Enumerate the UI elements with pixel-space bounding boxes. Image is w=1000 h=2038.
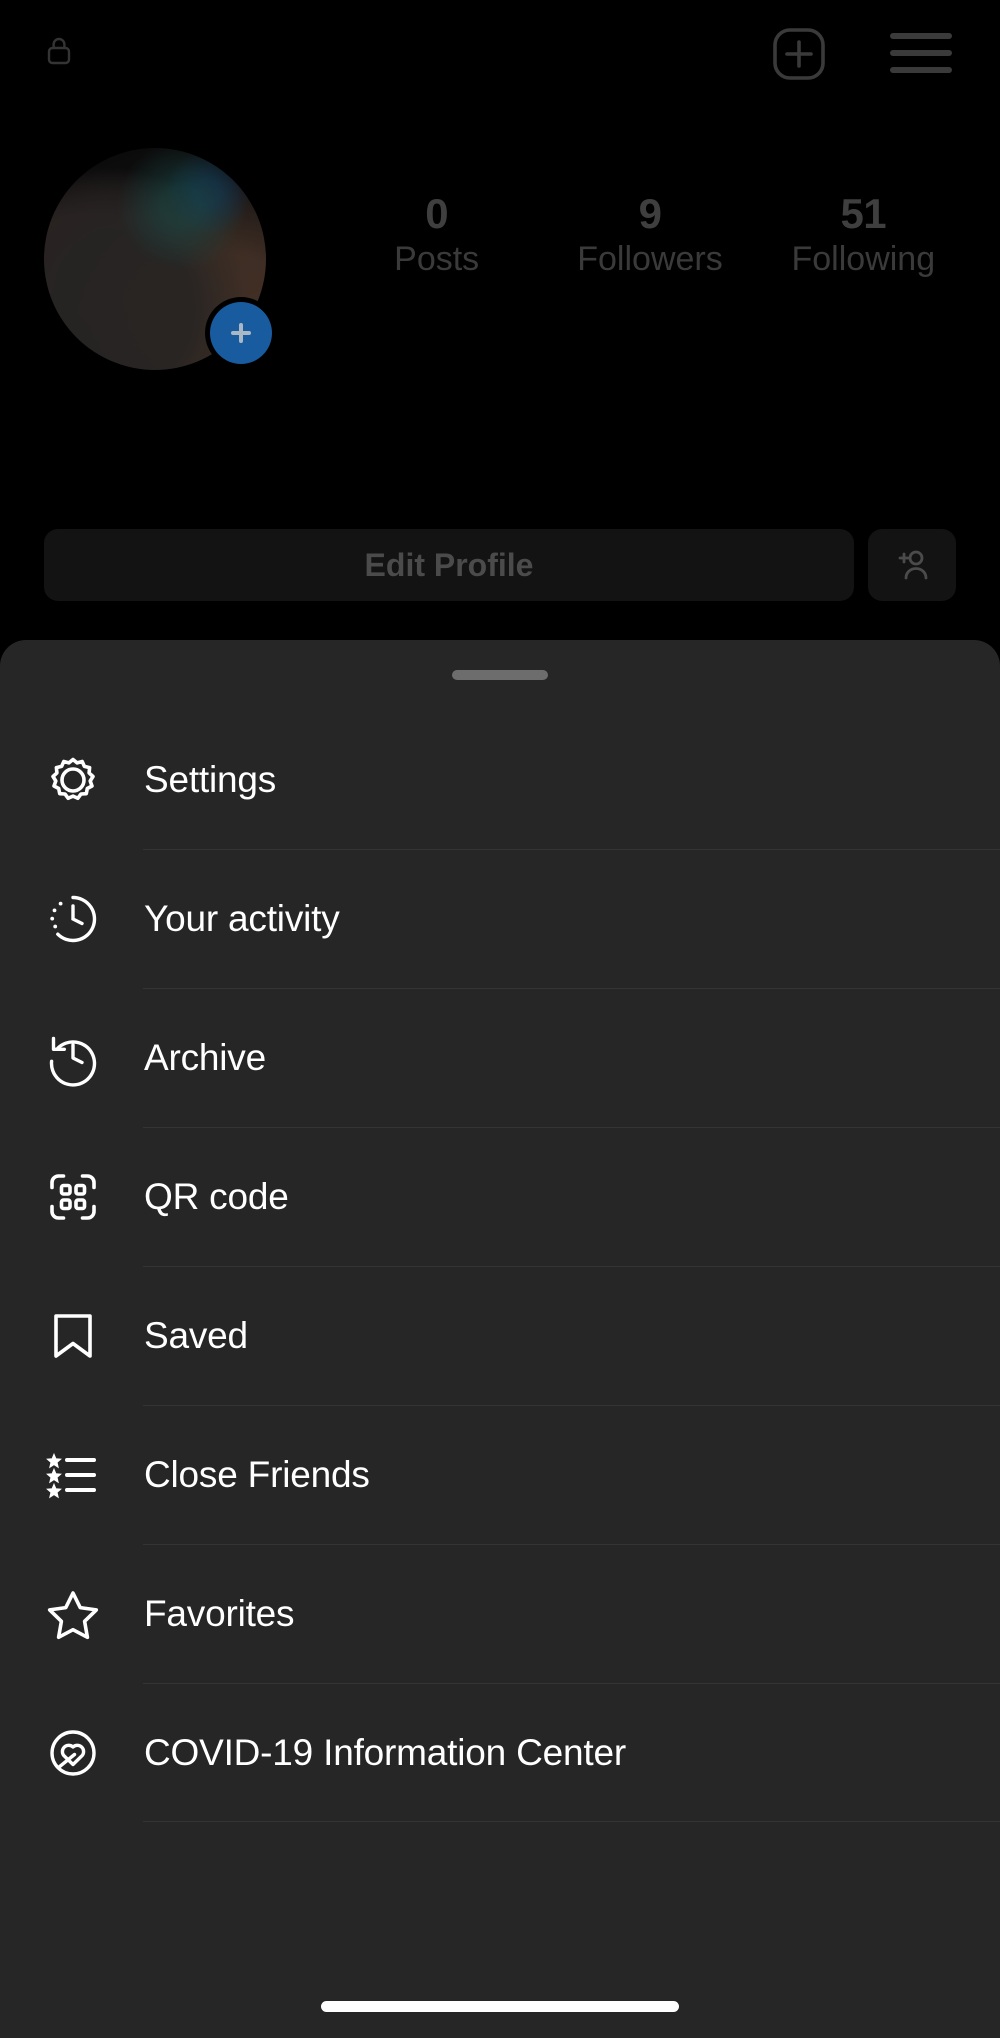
stat-followers-label: Followers	[577, 240, 723, 279]
phone-screen: 0 Posts 9 Followers 51 Following Edit Pr…	[0, 0, 1000, 2038]
stat-followers[interactable]: 9 Followers	[543, 190, 756, 281]
menu-item-your-activity[interactable]: Your activity	[0, 849, 1000, 988]
hamburger-line	[890, 67, 952, 73]
edit-profile-button[interactable]: Edit Profile	[44, 529, 854, 601]
menu-item-label: QR code	[144, 1175, 289, 1217]
menu-bottom-sheet: Settings Your activity Archive QR code S…	[0, 640, 1000, 2038]
menu-item-label: Your activity	[144, 897, 340, 939]
menu-item-qr-code[interactable]: QR code	[0, 1127, 1000, 1266]
avatar-add-story-badge[interactable]	[210, 302, 272, 364]
menu-item-archive[interactable]: Archive	[0, 988, 1000, 1127]
add-post-button[interactable]	[770, 25, 828, 83]
stat-followers-value: 9	[638, 190, 662, 237]
stat-following-value: 51	[840, 190, 887, 237]
hamburger-line	[890, 33, 952, 39]
menu-item-favorites[interactable]: Favorites	[0, 1544, 1000, 1683]
profile-action-row: Edit Profile	[44, 529, 956, 601]
stat-posts-label: Posts	[394, 240, 480, 279]
gear-icon	[40, 747, 106, 813]
discover-people-button[interactable]	[868, 529, 956, 601]
menu-item-covid-information-center[interactable]: COVID-19 Information Center	[0, 1683, 1000, 1822]
star-outline-icon	[40, 1581, 106, 1647]
bookmark-icon	[40, 1303, 106, 1369]
heart-circle-icon	[40, 1720, 106, 1786]
lock-icon	[45, 36, 73, 66]
menu-item-settings[interactable]: Settings	[0, 710, 1000, 849]
top-bar	[0, 0, 1000, 100]
star-list-icon	[40, 1442, 106, 1508]
hamburger-line	[890, 50, 952, 56]
stat-following-label: Following	[791, 240, 936, 279]
menu-item-label: Settings	[144, 758, 277, 800]
stat-posts[interactable]: 0 Posts	[330, 190, 543, 281]
activity-clock-icon	[40, 886, 106, 952]
menu-item-label: COVID-19 Information Center	[144, 1731, 626, 1773]
archive-history-icon	[40, 1025, 106, 1091]
menu-item-label: Favorites	[144, 1592, 295, 1634]
qr-code-icon	[40, 1164, 106, 1230]
menu-item-label: Archive	[144, 1036, 266, 1078]
stat-following[interactable]: 51 Following	[757, 190, 970, 281]
profile-stats: 0 Posts 9 Followers 51 Following	[330, 190, 970, 281]
hamburger-menu-button[interactable]	[890, 33, 952, 75]
menu-item-close-friends[interactable]: Close Friends	[0, 1405, 1000, 1544]
sheet-drag-handle[interactable]	[452, 670, 548, 680]
menu-list: Settings Your activity Archive QR code S…	[0, 710, 1000, 1822]
stat-posts-value: 0	[425, 190, 449, 237]
menu-item-saved[interactable]: Saved	[0, 1266, 1000, 1405]
home-indicator	[321, 2001, 679, 2012]
avatar[interactable]	[44, 148, 272, 370]
menu-item-label: Close Friends	[144, 1453, 370, 1495]
menu-item-label: Saved	[144, 1314, 248, 1356]
